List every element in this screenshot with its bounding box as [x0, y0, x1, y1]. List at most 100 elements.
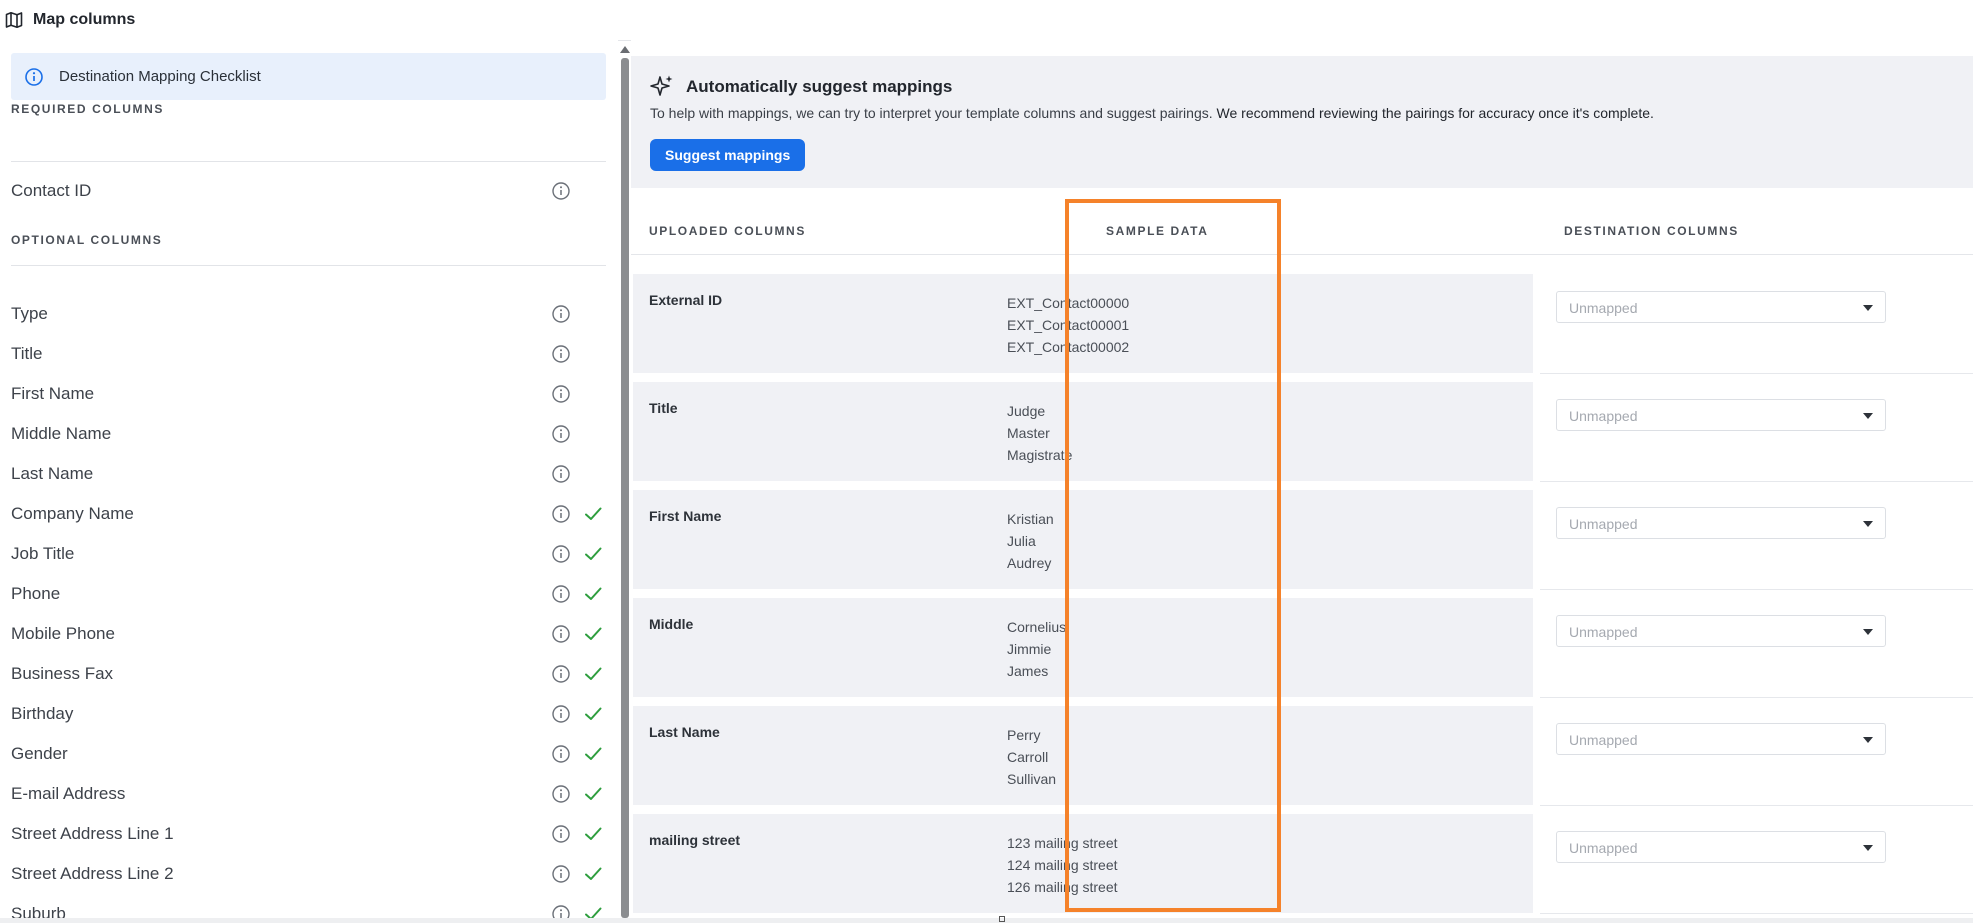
destination-select[interactable]: Unmapped — [1556, 723, 1886, 755]
info-icon[interactable] — [551, 864, 571, 884]
destination-select[interactable]: Unmapped — [1556, 831, 1886, 863]
info-icon[interactable] — [551, 664, 571, 684]
suggest-mappings-button[interactable]: Suggest mappings — [650, 139, 806, 171]
column-row: Contact ID — [11, 171, 611, 211]
column-row: Job Title — [11, 534, 611, 574]
info-icon[interactable] — [551, 464, 571, 484]
sample-value: Julia — [1007, 533, 1036, 549]
divider — [11, 265, 606, 266]
column-row: Birthday — [11, 694, 611, 734]
info-icon[interactable] — [551, 744, 571, 764]
sample-value: Cornelius — [1007, 619, 1067, 635]
sample-value: EXT_Contact00002 — [1007, 339, 1130, 355]
uploaded-column-name: Last Name — [649, 724, 720, 740]
source-cell — [633, 382, 1533, 481]
column-label: Street Address Line 2 — [11, 864, 174, 883]
info-icon[interactable] — [551, 504, 571, 524]
info-icon[interactable] — [551, 704, 571, 724]
info-icon — [25, 67, 43, 86]
mapping-row: Middle Cornelius Jimmie James Unmapped — [633, 598, 1973, 698]
source-cell — [633, 598, 1533, 697]
sample-value: Carroll — [1007, 749, 1049, 765]
check-icon — [583, 544, 603, 564]
sample-value: Master — [1007, 425, 1050, 441]
info-icon[interactable] — [551, 384, 571, 404]
destination-select[interactable]: Unmapped — [1556, 399, 1886, 431]
info-icon[interactable] — [551, 344, 571, 364]
column-label: Job Title — [11, 544, 75, 563]
column-row: Middle Name — [11, 414, 611, 454]
info-icon[interactable] — [551, 424, 571, 444]
checklist-label: Destination Mapping Checklist — [59, 68, 261, 85]
optional-columns-heading: OPTIONAL COLUMNS — [11, 233, 163, 247]
check-icon — [583, 624, 603, 644]
sample-value: Jimmie — [1007, 641, 1052, 657]
destination-columns-header: DESTINATION COLUMNS — [1564, 224, 1739, 238]
column-row: Last Name — [11, 454, 611, 494]
destination-select[interactable]: Unmapped — [1556, 291, 1886, 323]
info-icon[interactable] — [551, 824, 571, 844]
sample-value: EXT_Contact00001 — [1007, 317, 1130, 333]
destination-select[interactable]: Unmapped — [1556, 615, 1886, 647]
destination-placeholder: Unmapped — [1569, 624, 1638, 640]
chevron-down-icon — [1863, 305, 1873, 311]
suggest-mappings-card: Automatically suggest mappings To help w… — [631, 56, 1973, 188]
suggest-description: To help with mappings, we can try to int… — [650, 105, 1654, 121]
destination-cell — [1540, 706, 1973, 806]
sample-value: 123 mailing street — [1007, 835, 1118, 851]
column-row: Title — [11, 334, 611, 374]
scrollbar-thumb[interactable] — [621, 58, 629, 918]
check-icon — [583, 584, 603, 604]
uploaded-column-name: External ID — [649, 292, 723, 308]
suggest-title: Automatically suggest mappings — [686, 77, 953, 96]
column-row: Street Address Line 1 — [11, 814, 611, 854]
suggest-description-text: To help with mappings, we can try to int… — [650, 105, 1213, 121]
info-icon[interactable] — [551, 624, 571, 644]
chevron-down-icon — [1863, 413, 1873, 419]
info-icon[interactable] — [551, 584, 571, 604]
header-bar: Map columns — [0, 0, 1973, 41]
sample-values: 123 mailing street 124 mailing street 126 … — [1007, 832, 1118, 898]
uploaded-column-name: First Name — [649, 508, 722, 524]
sample-values: Perry Carroll Sullivan — [1007, 724, 1056, 790]
sample-value: Sullivan — [1007, 771, 1057, 787]
destination-cell — [1540, 274, 1973, 374]
uploaded-columns-header: UPLOADED COLUMNS — [649, 224, 806, 238]
check-icon — [583, 664, 603, 684]
sample-value: Perry — [1007, 727, 1041, 743]
checklist-banner[interactable]: Destination Mapping Checklist — [11, 53, 606, 100]
chevron-down-icon — [1863, 521, 1873, 527]
chevron-down-icon — [1863, 737, 1873, 743]
destination-placeholder: Unmapped — [1569, 732, 1638, 748]
info-icon[interactable] — [551, 544, 571, 564]
sample-value: 126 mailing street — [1007, 879, 1118, 895]
column-row: Business Fax — [11, 654, 611, 694]
column-label: Birthday — [11, 704, 74, 723]
column-label: Middle Name — [11, 424, 112, 443]
column-label: Company Name — [11, 504, 134, 523]
column-label: Mobile Phone — [11, 624, 115, 643]
chevron-down-icon — [1863, 845, 1873, 851]
info-icon[interactable] — [551, 181, 571, 201]
resize-handle[interactable] — [999, 916, 1005, 922]
mapping-row: mailing street 123 mailing street 124 mail… — [633, 814, 1973, 914]
check-icon — [583, 504, 603, 524]
column-row: First Name — [11, 374, 611, 414]
column-row: E-mail Address — [11, 774, 611, 814]
column-label: Phone — [11, 584, 61, 603]
destination-select[interactable]: Unmapped — [1556, 507, 1886, 539]
sample-value: 124 mailing street — [1007, 857, 1118, 873]
column-label: Street Address Line 1 — [11, 824, 174, 843]
map-icon — [4, 10, 24, 30]
sample-value: Judge — [1007, 403, 1046, 419]
sample-values: EXT_Contact00000 EXT_Contact00001 EXT_Cont… — [1007, 292, 1129, 358]
column-label: First Name — [11, 384, 95, 403]
info-icon[interactable] — [551, 784, 571, 804]
sample-value: Kristian — [1007, 511, 1054, 527]
column-label: Type — [11, 304, 48, 323]
mapping-row: First Name Kristian Julia Audrey Unmapped — [633, 490, 1973, 590]
scroll-up-arrow-icon[interactable] — [620, 46, 630, 53]
column-label: Title — [11, 344, 43, 363]
info-icon[interactable] — [551, 304, 571, 324]
column-row: Street Address Line 2 — [11, 854, 611, 894]
